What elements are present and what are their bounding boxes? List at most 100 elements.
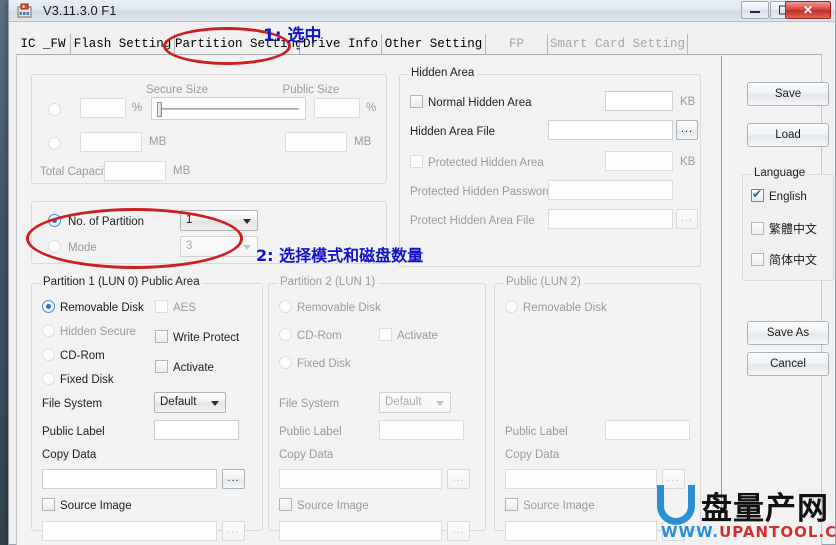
load-button[interactable]: Load [747, 123, 829, 147]
size-ratio-slider[interactable] [151, 97, 306, 120]
language-traditional-chinese-label: 繁體中文 [769, 222, 818, 236]
size-group: Secure Size Public Size % % MB MB Total … [31, 74, 387, 184]
close-button[interactable]: ✕ [785, 1, 831, 19]
language-simplified-chinese-label: 简体中文 [769, 253, 818, 267]
partition1-source-image-checkbox[interactable] [42, 498, 55, 511]
protected-hidden-area-unit: KB [680, 156, 696, 168]
language-traditional-chinese-checkbox[interactable] [751, 222, 764, 235]
partition2-file-system-select[interactable]: Default [379, 392, 451, 413]
public-mb-input[interactable] [285, 132, 347, 152]
partition1-removable-disk-radio[interactable] [42, 300, 55, 313]
partition2-source-image-label: Source Image [297, 500, 369, 512]
partition1-write-protect-checkbox[interactable] [155, 330, 168, 343]
protect-hidden-area-file-input[interactable] [548, 209, 673, 229]
tab-other-setting[interactable]: Other Setting [382, 34, 486, 55]
partition1-activate-checkbox[interactable] [155, 360, 168, 373]
language-english-checkbox[interactable] [751, 187, 764, 202]
close-icon: ✕ [802, 3, 814, 17]
mb-mode-radio[interactable] [48, 137, 61, 150]
partition2-source-image-browse-button[interactable]: ... [447, 521, 470, 541]
partition1-public-label-input[interactable] [154, 420, 239, 440]
partition1-aes-checkbox[interactable] [155, 300, 168, 313]
slider-thumb[interactable] [157, 102, 162, 117]
partition1-copy-data-input[interactable] [42, 469, 217, 489]
partition2-cdrom-label: CD-Rom [297, 330, 342, 342]
public-lun2-public-label-input[interactable] [605, 420, 690, 440]
total-capacity-unit: MB [173, 165, 191, 177]
partition1-cdrom-radio[interactable] [42, 348, 55, 361]
partition2-source-image-checkbox[interactable] [279, 498, 292, 511]
save-button[interactable]: Save [747, 82, 829, 106]
percent-mode-radio[interactable] [48, 103, 61, 116]
protected-hidden-password-input[interactable] [548, 180, 673, 200]
normal-hidden-area-input[interactable] [605, 91, 673, 111]
public-percent-input[interactable] [314, 98, 360, 118]
protect-hidden-area-file-browse-button[interactable]: ... [676, 209, 698, 229]
chevron-down-icon [211, 400, 219, 406]
normal-hidden-area-unit: KB [680, 96, 696, 108]
partition1-cdrom-label: CD-Rom [60, 350, 105, 362]
save-as-button[interactable]: Save As [747, 321, 829, 345]
partition-setting-panel: Secure Size Public Size % % MB MB Total … [16, 54, 822, 545]
partition1-source-image-input[interactable] [42, 521, 217, 541]
application-window: V3.11.3.0 F1 ✕ IC _FW Flash Setting Part… [8, 0, 836, 545]
protected-hidden-area-checkbox[interactable] [410, 155, 423, 168]
watermark: 盘量产网 WWW.UPANTOOL.COM [655, 483, 836, 541]
hidden-area-file-browse-button[interactable]: ... [676, 120, 698, 140]
language-english-label: English [769, 191, 807, 203]
protected-hidden-area-label: Protected Hidden Area [428, 157, 544, 169]
partition1-file-system-label: File System [42, 398, 103, 410]
total-capacity-input[interactable] [104, 161, 166, 181]
upantool-logo-icon [657, 485, 695, 525]
partition2-public-label-input[interactable] [379, 420, 464, 440]
protected-hidden-area-input[interactable] [605, 151, 673, 171]
partition2-removable-disk-radio[interactable] [279, 300, 292, 313]
partition2-file-system-value: Default [385, 396, 422, 408]
partition2-source-image-input[interactable] [279, 521, 442, 541]
partition1-fixed-disk-label: Fixed Disk [60, 374, 114, 386]
public-lun2-removable-disk-radio[interactable] [505, 300, 518, 313]
partition2-activate-checkbox[interactable] [379, 328, 392, 341]
title-bar: V3.11.3.0 F1 ✕ [9, 0, 835, 22]
tab-fp[interactable]: FP [486, 34, 548, 55]
minimize-button[interactable] [741, 1, 769, 19]
partition1-fixed-disk-radio[interactable] [42, 372, 55, 385]
partition2-file-system-label: File System [279, 398, 340, 410]
partition1-legend: Partition 1 (LUN 0) Public Area [40, 276, 203, 288]
partition1-aes-label: AES [173, 302, 197, 314]
language-group: Language English 繁體中文 简体中文 [742, 167, 834, 281]
tab-smart-card-setting[interactable]: Smart Card Setting [548, 34, 688, 55]
secure-percent-input[interactable] [80, 98, 126, 118]
language-simplified-chinese-checkbox[interactable] [751, 253, 764, 266]
partition1-source-image-browse-button[interactable]: ... [222, 521, 245, 541]
app-icon [17, 3, 32, 18]
public-lun2-source-image-checkbox[interactable] [505, 498, 518, 511]
partition1-copy-data-browse-button[interactable]: ... [222, 469, 245, 489]
partition2-fixed-disk-radio[interactable] [279, 356, 292, 369]
protect-hidden-area-file-label: Protect Hidden Area File [410, 215, 535, 227]
hidden-area-file-input[interactable] [548, 120, 673, 140]
minimize-icon [750, 10, 760, 13]
partition2-copy-data-label: Copy Data [279, 449, 334, 461]
partition1-file-system-select[interactable]: Default [154, 392, 226, 413]
partition2-copy-data-input[interactable] [279, 469, 442, 489]
protected-hidden-password-label: Protected Hidden Password [410, 186, 553, 198]
cancel-button[interactable]: Cancel [747, 352, 829, 376]
tab-ic-fw[interactable]: IC _FW [16, 34, 71, 55]
partition1-file-system-value: Default [160, 396, 197, 408]
chevron-down-icon [436, 400, 444, 406]
partition2-cdrom-radio[interactable] [279, 328, 292, 341]
partition2-removable-disk-label: Removable Disk [297, 302, 381, 314]
partition1-public-label-label: Public Label [42, 426, 105, 438]
public-lun2-copy-data-input[interactable] [505, 469, 657, 489]
public-lun2-source-image-input[interactable] [505, 521, 657, 541]
partition1-hidden-secure-radio[interactable] [42, 324, 55, 337]
tab-flash-setting[interactable]: Flash Setting [71, 34, 175, 55]
partition2-legend: Partition 2 (LUN 1) [277, 276, 379, 288]
secure-mb-input[interactable] [80, 132, 142, 152]
normal-hidden-area-checkbox[interactable] [410, 95, 423, 108]
annotation-ellipse-mode [26, 208, 243, 269]
watermark-url-main: UPANTOOL [719, 523, 819, 541]
partition2-copy-data-browse-button[interactable]: ... [447, 469, 470, 489]
watermark-brand: 盘量产网 [701, 491, 829, 527]
